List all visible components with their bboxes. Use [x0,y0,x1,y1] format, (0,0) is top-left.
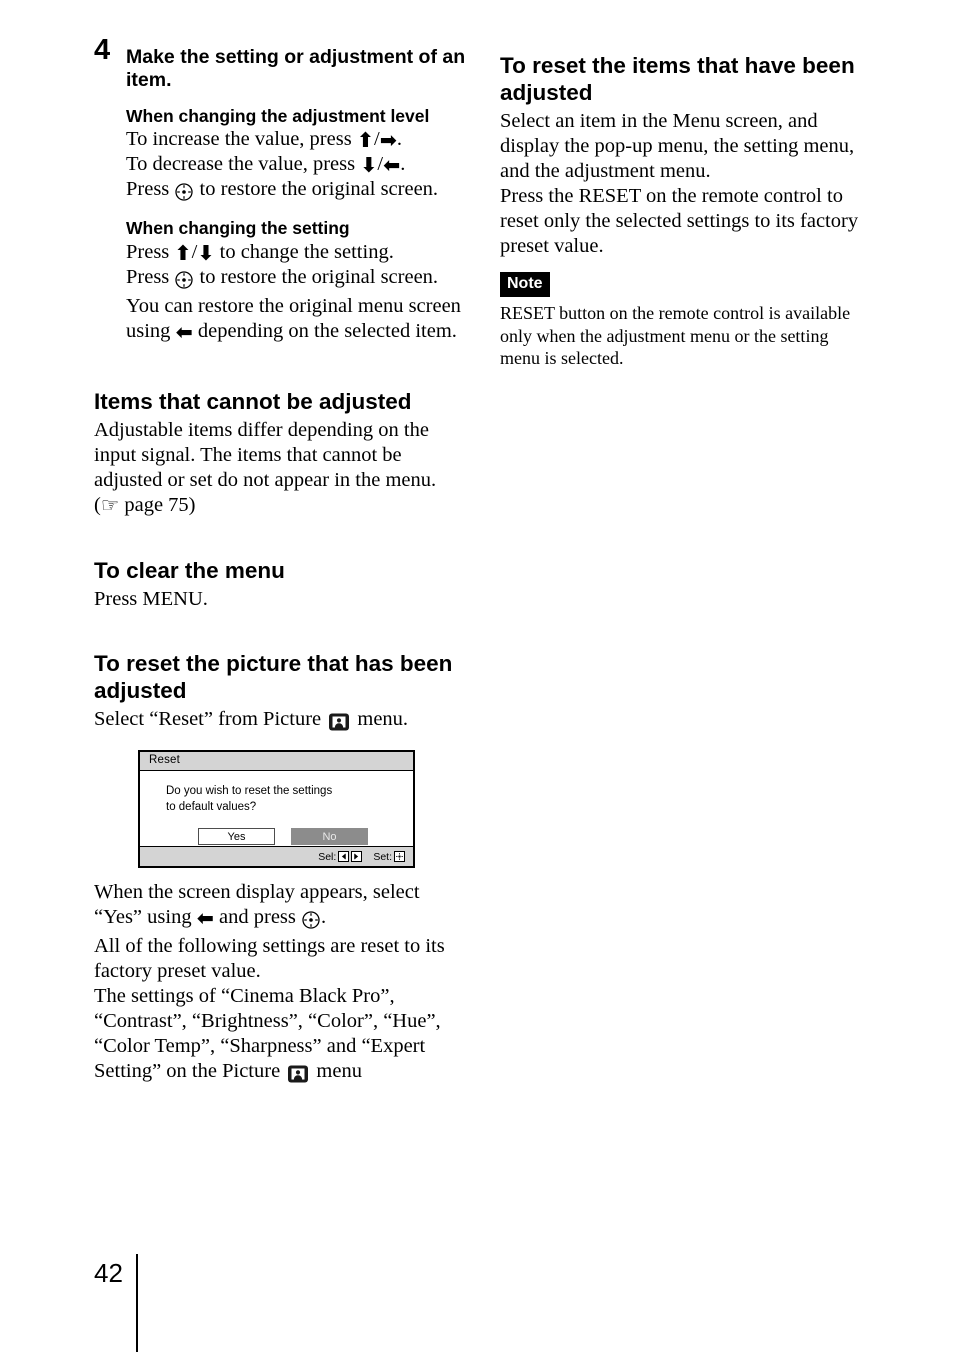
arrow-down-icon: ⬇ [360,153,378,178]
decrease-text-pre: To decrease the value, press [126,153,361,176]
key-enter-icon [394,851,405,862]
settings-text-post: menu [311,1060,362,1082]
left-column-continued: When the screen display appears, select … [94,880,470,1088]
text-after-dialog: When the screen display appears, select … [94,880,470,934]
osd-dialog-title: Reset [140,752,413,771]
text-select-reset: Select “Reset” from Picture menu. [94,707,470,736]
heading-reset-items: To reset the items that have been adjust… [500,53,855,105]
text-reset-items-2: Press the RESET on the remote control to… [500,185,859,257]
osd-message-line-1: Do you wish to reset the settings [166,785,333,797]
osd-hint-select: Sel: [318,850,363,863]
decrease-text-post: . [400,153,406,176]
text-all-reset: All of the following settings are reset … [94,935,445,982]
line-increase-value: To increase the value, press ⬆/➡. [126,127,470,152]
osd-reset-dialog: Reset Do you wish to reset the settings … [138,750,415,868]
step-title: Make the setting or adjustment of an ite… [126,46,466,92]
page-reference: (☞ page 75) [94,493,196,517]
manual-page: 4 Make the setting or adjustment of an i… [0,0,954,1352]
heading-clear-the-menu: To clear the menu [94,557,285,583]
arrow-up-icon: ⬆ [174,240,192,265]
heading-items-cannot-be-adjusted: Items that cannot be adjusted [94,388,412,414]
text-settings-list: The settings of “Cinema Black Pro”, “Con… [94,984,470,1088]
note-tag: Note [500,272,550,297]
arrow-right-icon: ➡ [379,128,397,153]
osd-button-row: Yes No [140,815,413,846]
text-reset-items-1: Select an item in the Menu screen, and d… [500,110,855,182]
enter-button-icon [174,269,194,294]
line-restore-menu: You can restore the original menu screen… [126,294,470,344]
picture-menu-icon [328,711,350,736]
after-text-post: . [321,906,327,928]
text-items-cannot-be-adjusted: Adjustable items differ depending on the… [94,418,437,491]
arrow-down-icon: ⬇ [197,240,215,265]
osd-no-button[interactable]: No [291,828,368,846]
enter-button-icon [174,181,194,206]
heading-reset-picture: To reset the picture that has been adjus… [94,650,453,703]
step-4-details: When changing the adjustment level To in… [126,105,470,344]
page-number-divider [136,1254,138,1352]
press-text-post: to restore the original screen. [194,265,439,288]
osd-dialog-message: Do you wish to reset the settings to def… [140,771,413,815]
note-body: RESET button on the remote control is av… [500,303,851,368]
heading-changing-setting: When changing the setting [126,218,350,239]
after-text-mid: and press [213,906,301,928]
restore-text-post: depending on the selected item. [192,319,457,342]
line-press-restore-2: Press to restore the original screen. [126,265,470,294]
pointing-hand-icon: ☞ [100,494,120,517]
page-reference-label: page 75 [124,493,189,516]
step-4: 4 Make the setting or adjustment of an i… [94,36,470,93]
note-block: Note RESET button on the remote control … [500,272,866,370]
picture-menu-icon [287,1063,309,1088]
line-change-setting: Press ⬆/⬇ to change the setting. [126,240,470,265]
osd-hint-set-label: Set: [373,850,392,863]
settings-text-pre: The settings of “Cinema Black Pro”, “Con… [94,985,441,1082]
key-right-icon [351,851,363,862]
step-number: 4 [94,34,111,66]
press-text-pre: Press [126,178,175,201]
press-text-post: to restore the original screen. [194,178,439,201]
arrow-left-icon: ⬅ [383,153,401,178]
osd-message-line-2: to default values? [166,800,257,813]
increase-text-pre: To increase the value, press [126,128,357,151]
right-column: To reset the items that have been adjust… [500,52,866,370]
osd-hint-select-label: Sel: [318,850,337,863]
line-decrease-value: To decrease the value, press ⬇/⬅. [126,152,470,177]
select-text-post: menu. [352,707,409,730]
change-text-pre: Press [126,240,175,263]
increase-text-post: . [396,128,403,151]
key-left-icon [338,851,350,862]
change-text-post: to change the setting. [214,240,394,263]
arrow-left-icon: ⬅ [196,906,214,930]
page-number: 42 [94,1258,123,1288]
osd-hint-set: Set: [373,851,405,863]
arrow-left-icon: ⬅ [175,319,193,344]
osd-yes-button[interactable]: Yes [198,828,275,846]
arrow-up-icon: ⬆ [356,128,374,153]
left-column: 4 Make the setting or adjustment of an i… [94,36,470,736]
press-text-pre: Press [126,265,175,288]
enter-button-icon [301,909,321,934]
heading-adjustment-level: When changing the adjustment level [126,105,430,126]
osd-hint-bar: Sel: Set: [140,846,413,866]
text-clear-the-menu: Press MENU. [94,587,208,610]
line-press-restore: Press to restore the original screen. [126,177,470,206]
select-text-pre: Select “Reset” from Picture [94,707,327,730]
